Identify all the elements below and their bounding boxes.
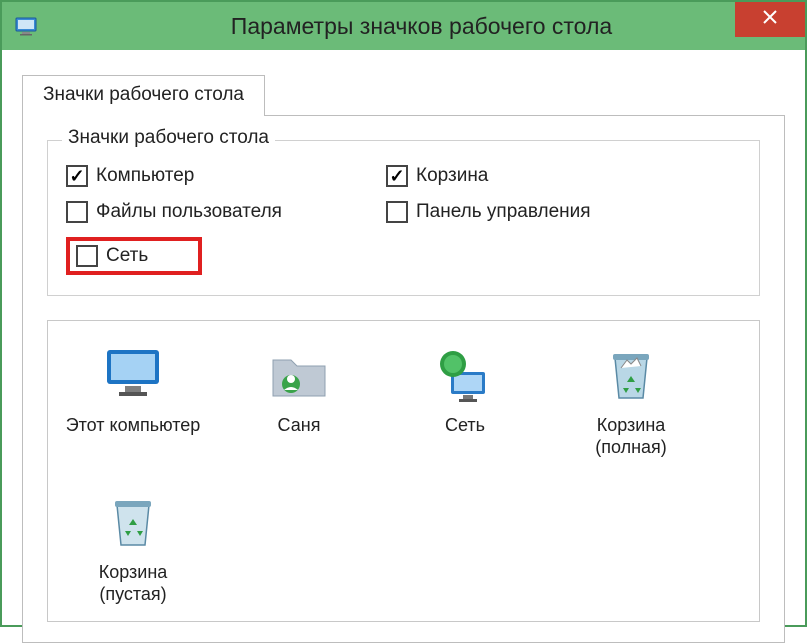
checkbox-icon <box>66 201 88 223</box>
dialog-window: Параметры значков рабочего стола Значки … <box>0 0 807 627</box>
tab-content: Значки рабочего стола Компьютер Корзина … <box>22 115 785 643</box>
checkbox-icon <box>386 165 408 187</box>
checkbox-label: Файлы пользователя <box>96 201 282 223</box>
checkbox-grid: Компьютер Корзина Файлы пользователя Пан… <box>66 165 741 275</box>
tab-label: Значки рабочего стола <box>43 84 244 105</box>
tab-strip: Значки рабочего стола <box>22 74 785 115</box>
checkbox-userfiles[interactable]: Файлы пользователя <box>66 201 386 223</box>
checkbox-label: Панель управления <box>416 201 591 223</box>
group-legend: Значки рабочего стола <box>62 127 275 149</box>
tab-desktop-icons[interactable]: Значки рабочего стола <box>22 75 265 116</box>
close-icon <box>762 9 778 30</box>
icon-label: Корзина (полная) <box>562 415 700 458</box>
checkbox-icon <box>76 245 98 267</box>
icon-label: Саня <box>278 415 321 437</box>
icon-user-folder[interactable]: Саня <box>230 339 368 458</box>
icon-preview-panel: Этот компьютер Саня <box>47 320 760 622</box>
titlebar: Параметры значков рабочего стола <box>2 2 805 50</box>
checkbox-recyclebin[interactable]: Корзина <box>386 165 741 187</box>
window-title: Параметры значков рабочего стола <box>38 13 805 40</box>
monitor-icon <box>98 339 168 409</box>
network-icon <box>430 339 500 409</box>
checkbox-label: Компьютер <box>96 165 194 187</box>
user-folder-icon <box>264 339 334 409</box>
close-button[interactable] <box>735 2 805 37</box>
checkbox-network[interactable]: Сеть <box>76 245 148 267</box>
checkbox-computer[interactable]: Компьютер <box>66 165 386 187</box>
checkbox-icon <box>66 165 88 187</box>
icon-network[interactable]: Сеть <box>396 339 534 458</box>
icon-recyclebin-empty[interactable]: Корзина (пустая) <box>64 486 202 605</box>
checkbox-controlpanel[interactable]: Панель управления <box>386 201 741 223</box>
recycle-empty-icon <box>98 486 168 556</box>
icon-label: Этот компьютер <box>66 415 201 437</box>
recycle-full-icon <box>596 339 666 409</box>
icon-label: Корзина (пустая) <box>64 562 202 605</box>
desktop-icons-app-icon <box>14 14 38 38</box>
icon-recyclebin-full[interactable]: Корзина (полная) <box>562 339 700 458</box>
checkbox-icon <box>386 201 408 223</box>
checkbox-label: Сеть <box>106 245 148 267</box>
icon-this-pc[interactable]: Этот компьютер <box>64 339 202 458</box>
group-desktop-icons: Значки рабочего стола Компьютер Корзина … <box>47 140 760 296</box>
icon-grid: Этот компьютер Саня <box>64 339 743 605</box>
client-area: Значки рабочего стола Значки рабочего ст… <box>2 50 805 625</box>
highlight-network: Сеть <box>66 237 202 275</box>
checkbox-label: Корзина <box>416 165 488 187</box>
icon-label: Сеть <box>445 415 485 437</box>
